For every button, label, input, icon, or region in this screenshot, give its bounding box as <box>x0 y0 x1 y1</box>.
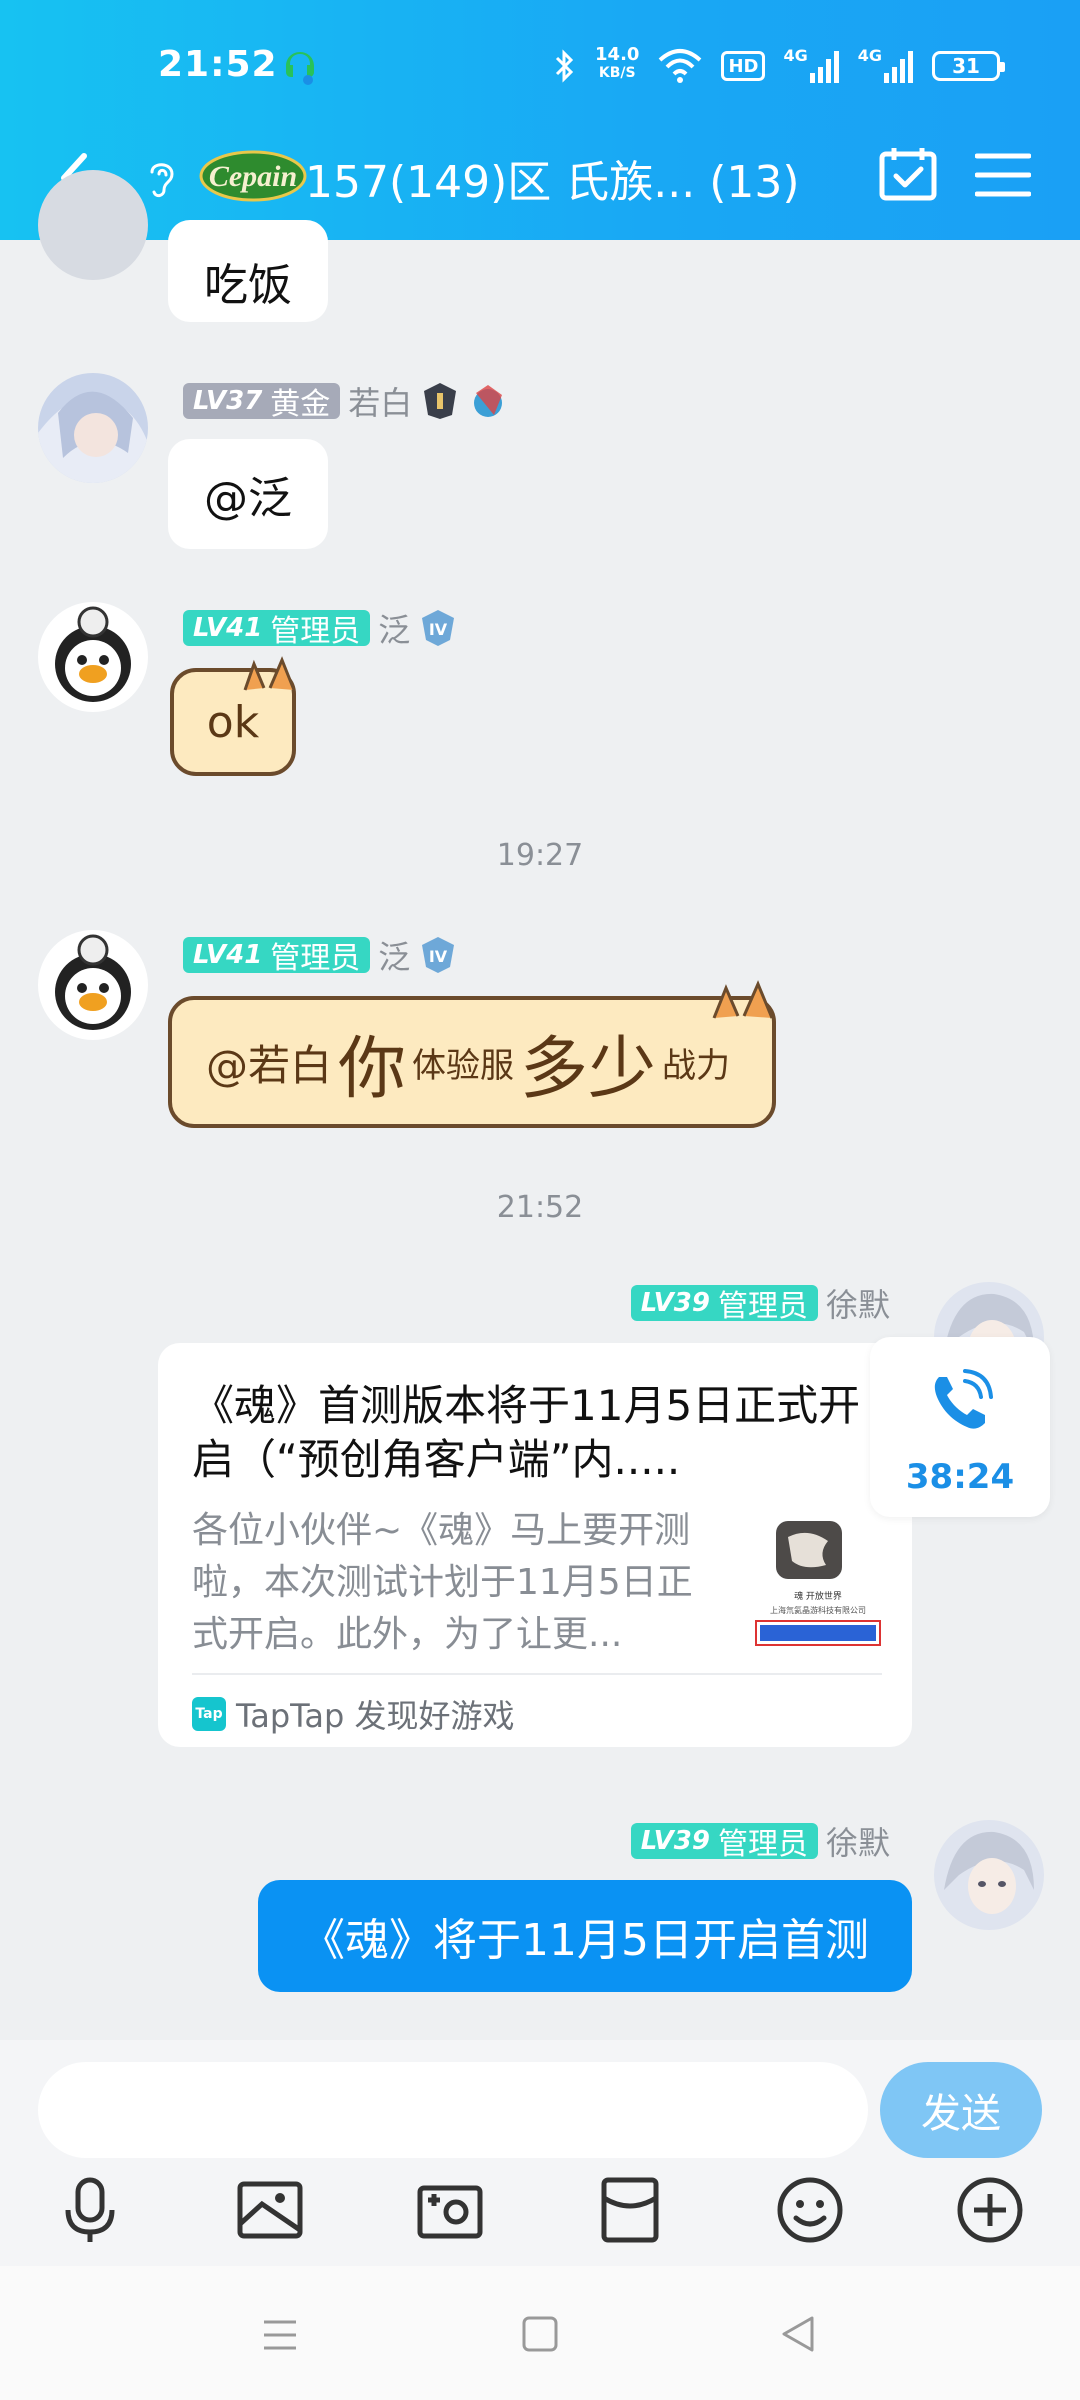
group-title[interactable]: 157(149)区 氏族... (13) <box>305 146 800 210</box>
source-label: TapTap 发现好游戏 <box>236 1697 515 1735</box>
link-title: 《魂》首测版本将于11月5日正式开启（“预创角客户端”内..... <box>192 1381 861 1484</box>
phone-icon <box>934 1369 993 1429</box>
calendar-checkin-icon[interactable] <box>878 144 938 204</box>
message-input[interactable] <box>38 2062 868 2158</box>
net-speed: 14.0 KB/S <box>595 46 639 86</box>
app-notification-icon <box>286 52 314 85</box>
link-preview-card[interactable]: 《魂》首测版本将于11月5日正式开启（“预创角客户端”内..... 各位小伙伴~… <box>158 1343 912 1747</box>
voice-call-float[interactable]: 38:24 <box>870 1337 1050 1517</box>
plus-icon[interactable] <box>954 2174 1026 2246</box>
wifi-icon <box>659 49 702 83</box>
group-logo: Cepain <box>198 146 308 204</box>
cat-message-bubble[interactable]: @若白 你 体验服 多少 战力 <box>168 996 776 1128</box>
nav-bar: Cepain 157(149)区 氏族... (13) <box>0 140 1080 220</box>
level-tag: LV41 管理员 <box>183 610 371 649</box>
svg-text:魂 开放世界: 魂 开放世界 <box>794 1590 842 1602</box>
signal-bars-icon <box>809 51 839 83</box>
camera-icon[interactable] <box>414 2174 486 2246</box>
outgoing-message-bubble[interactable]: 《魂》将于11月5日开启首测 <box>258 1880 912 1992</box>
call-duration: 38:24 <box>905 1457 1015 1497</box>
sender-row: LV37 黄金 若白 <box>183 378 510 424</box>
link-description: 各位小伙伴~《魂》马上要开测啦，本次测试计划于11月5日正式开启。此外，为了让更… <box>192 1510 693 1655</box>
message-bubble[interactable]: @泛 <box>168 439 328 549</box>
sender-name[interactable]: 泛 <box>378 932 410 978</box>
back-icon[interactable] <box>768 2310 828 2360</box>
group-logo-badge: Cepain <box>199 150 307 202</box>
avatar-fan[interactable] <box>38 930 148 1040</box>
battery-indicator: 31 <box>932 51 1005 81</box>
menu-icon[interactable] <box>975 150 1031 200</box>
sender-row: LV39 管理员 徐默 <box>630 1818 890 1864</box>
bluetooth-icon <box>555 49 574 83</box>
app-header: 21:52 14.0 KB/S HD 4G 4G 31 Cepain 157(1… <box>0 0 1080 240</box>
emoji-icon[interactable] <box>774 2174 846 2246</box>
timestamp: 19:27 <box>496 838 584 873</box>
sender-name[interactable]: 泛 <box>378 605 410 651</box>
svg-text:IV: IV <box>429 947 448 966</box>
sender-name[interactable]: 若白 <box>348 378 412 424</box>
level-tag: LV37 黄金 <box>183 383 341 422</box>
status-time: 21:52 <box>158 44 278 85</box>
link-thumbnail: 魂 开放世界 上海氘氦晶游科技有限公司 <box>748 1513 888 1653</box>
avatar-fan[interactable] <box>38 602 148 712</box>
status-bar: 21:52 14.0 KB/S HD 4G 4G 31 <box>0 38 1080 98</box>
message-text-part: 你 <box>338 1029 407 1109</box>
sender-row: LV41 管理员 泛 IV <box>183 605 458 651</box>
level-tag: LV39 管理员 <box>630 1823 818 1862</box>
sender-row: LV41 管理员 泛 IV <box>183 932 458 978</box>
cat-ear-decoration <box>712 980 774 1019</box>
avatar[interactable] <box>38 170 148 280</box>
chat-area[interactable]: 吃饭 LV37 黄金 若白 @泛 LV41 管理员 泛 IV ok 19:27 … <box>0 170 1080 2040</box>
message-text: 《魂》将于11月5日开启首测 <box>301 1915 869 1966</box>
level-tag: LV41 管理员 <box>183 937 371 976</box>
vip-badge-icon: IV <box>422 937 455 973</box>
message-text: 吃饭 <box>204 260 292 311</box>
earpiece-mode-icon[interactable] <box>142 154 182 204</box>
taptap-icon: Tap <box>192 1697 226 1731</box>
message-text-part: 战力 <box>662 1045 731 1086</box>
sender-row: LV39 管理员 徐默 <box>630 1280 890 1326</box>
input-area: 发送 <box>0 2040 1080 2266</box>
logo-text: Cepain <box>209 160 297 193</box>
send-button[interactable]: 发送 <box>880 2062 1042 2158</box>
home-icon[interactable] <box>510 2310 570 2360</box>
avatar-xumo[interactable] <box>934 1820 1044 1930</box>
game-logo-image: 魂 开放世界 上海氘氦晶游科技有限公司 <box>755 1521 881 1646</box>
game-badge-icon <box>474 385 503 417</box>
signal-2: 4G <box>858 46 914 86</box>
cat-ear-decoration <box>243 656 296 691</box>
sender-name[interactable]: 徐默 <box>826 1818 890 1864</box>
net-speed-unit: KB/S <box>598 65 636 81</box>
vip-badge-icon: IV <box>422 610 455 646</box>
recent-apps-icon[interactable] <box>250 2310 310 2360</box>
rank-badge-icon <box>424 383 457 419</box>
message-text-part: 多少 <box>520 1029 657 1109</box>
signal-bars-icon <box>884 51 913 83</box>
timestamp: 21:52 <box>496 1190 584 1225</box>
microphone-icon[interactable] <box>54 2174 126 2246</box>
svg-text:IV: IV <box>429 620 448 639</box>
message-bubble[interactable]: 吃饭 <box>168 220 328 322</box>
sender-name[interactable]: 徐默 <box>826 1280 890 1326</box>
status-icons: 14.0 KB/S HD 4G 4G 31 <box>551 46 1005 86</box>
level-tag: LV39 管理员 <box>630 1285 818 1324</box>
system-navigation-bar <box>0 2266 1080 2400</box>
input-toolbar <box>0 2174 1080 2254</box>
message-text: @泛 <box>204 473 292 524</box>
link-source: Tap TapTap 发现好游戏 <box>192 1691 515 1737</box>
signal-1: 4G <box>783 46 839 86</box>
image-icon[interactable] <box>234 2174 306 2246</box>
hd-badge: HD <box>721 51 766 81</box>
red-packet-icon[interactable] <box>594 2174 666 2246</box>
message-text: ok <box>206 696 260 748</box>
avatar-ruobai[interactable] <box>38 373 148 483</box>
message-text-part: 体验服 <box>412 1045 515 1086</box>
svg-text:上海氘氦晶游科技有限公司: 上海氘氦晶游科技有限公司 <box>770 1605 866 1615</box>
net-speed-value: 14.0 <box>595 44 640 65</box>
message-text-part: @若白 <box>206 1040 333 1090</box>
card-divider <box>192 1673 882 1675</box>
